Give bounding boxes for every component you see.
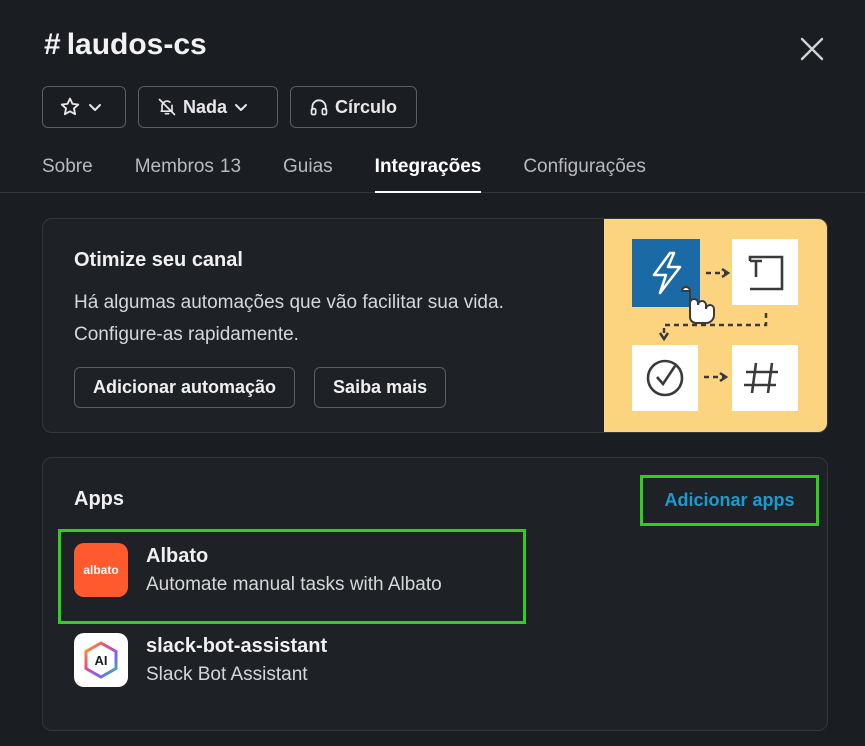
notifications-label: Nada	[183, 96, 228, 117]
bell-off-icon	[158, 98, 176, 116]
notifications-button[interactable]: Nada	[138, 86, 278, 128]
tab-label: Guias	[283, 156, 333, 177]
learn-more-button[interactable]: Saiba mais	[314, 367, 447, 408]
app-name: Albato	[146, 544, 209, 567]
star-icon	[60, 97, 80, 116]
star-button[interactable]	[42, 86, 126, 128]
apps-card: Apps Adicionar apps albato Albato Automa…	[42, 457, 828, 731]
apps-title: Apps	[74, 488, 124, 510]
add-automation-button[interactable]: Adicionar automação	[74, 367, 296, 408]
ai-hexagon-icon: AI	[84, 641, 118, 679]
huddle-button[interactable]: Círculo	[290, 86, 417, 128]
tab-integrations[interactable]: Integrações	[374, 144, 482, 193]
tab-label: Integrações	[374, 156, 482, 177]
headphones-icon	[310, 99, 328, 116]
channel-name: laudos-cs	[66, 28, 207, 61]
channel-header: # laudos-cs Nada Círculo Sobre Membros 1…	[0, 0, 865, 193]
close-button[interactable]	[797, 34, 827, 64]
chevron-down-icon	[235, 104, 248, 111]
close-icon	[800, 37, 824, 61]
app-name: slack-bot-assistant	[146, 634, 328, 657]
automation-illustration	[604, 219, 827, 432]
channel-actions: Nada Círculo	[42, 86, 417, 128]
members-count: 13	[219, 156, 242, 177]
tab-label: Configurações	[523, 156, 646, 177]
promo-actions: Adicionar automação Saiba mais	[74, 367, 447, 408]
app-info: slack-bot-assistant Slack Bot Assistant	[146, 635, 327, 686]
chevron-down-icon	[89, 104, 101, 111]
tab-bar: Sobre Membros 13 Guias Integrações Config…	[42, 144, 646, 193]
promo-line-1: Há algumas automações que vão facilitar …	[74, 292, 504, 313]
tab-tabs[interactable]: Guias	[283, 144, 333, 193]
svg-text:AI: AI	[95, 653, 108, 668]
app-item-slack-bot-assistant[interactable]: AI slack-bot-assistant Slack Bot Assista…	[74, 633, 327, 687]
channel-title: # laudos-cs	[44, 28, 207, 62]
ai-logo-icon: AI	[74, 633, 128, 687]
app-description: Slack Bot Assistant	[146, 663, 308, 685]
huddle-label: Círculo	[335, 96, 398, 117]
workflow-illustration	[632, 239, 798, 411]
hash-icon: #	[44, 28, 61, 61]
app-item-albato[interactable]: albato Albato Automate manual tasks with…	[74, 543, 442, 597]
tab-settings[interactable]: Configurações	[523, 144, 646, 193]
automation-promo-card: Otimize seu canal Há algumas automações …	[42, 218, 828, 433]
promo-title: Otimize seu canal	[74, 249, 243, 271]
app-description: Automate manual tasks with Albato	[146, 573, 442, 595]
promo-line-2: Configure-as rapidamente.	[74, 324, 299, 345]
albato-logo-icon: albato	[74, 543, 128, 597]
promo-description: Há algumas automações que vão facilitar …	[74, 287, 594, 351]
app-info: Albato Automate manual tasks with Albato	[146, 545, 442, 596]
tab-about[interactable]: Sobre	[42, 144, 93, 193]
add-apps-button[interactable]: Adicionar apps	[640, 475, 819, 526]
tab-label: Sobre	[42, 156, 93, 177]
tab-label: Membros	[134, 156, 214, 177]
tab-members[interactable]: Membros 13	[135, 144, 241, 193]
